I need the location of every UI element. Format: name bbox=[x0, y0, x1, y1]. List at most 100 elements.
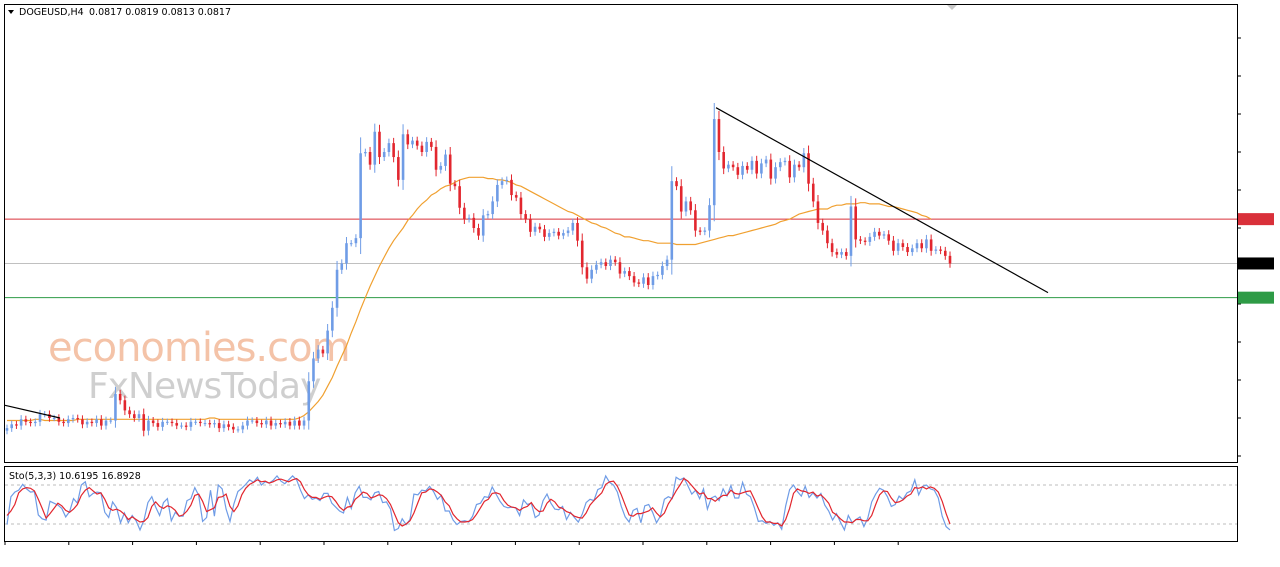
candle-body bbox=[745, 165, 749, 170]
candle-body bbox=[166, 421, 169, 423]
candle-body bbox=[505, 179, 509, 182]
candle-body bbox=[694, 210, 697, 231]
candle-body bbox=[533, 226, 537, 232]
candle-body bbox=[326, 330, 329, 354]
watermark-economies: economies.com bbox=[48, 325, 350, 371]
candle-body bbox=[788, 160, 791, 178]
candle-body bbox=[269, 420, 273, 426]
candle-body bbox=[830, 243, 834, 253]
candle-body bbox=[741, 165, 744, 175]
candle-body bbox=[632, 276, 636, 283]
candle-body bbox=[312, 358, 315, 382]
candle-body bbox=[778, 162, 782, 168]
candle-body bbox=[802, 153, 806, 168]
candle-body bbox=[194, 421, 197, 423]
candle-body bbox=[302, 420, 306, 426]
candle-body bbox=[189, 421, 193, 427]
candle-body bbox=[717, 119, 721, 152]
candle-body bbox=[453, 183, 457, 187]
candle-body bbox=[208, 423, 212, 425]
candle-body bbox=[670, 181, 674, 260]
candle-body bbox=[637, 282, 641, 284]
candle-body bbox=[331, 307, 334, 331]
candle-body bbox=[557, 231, 560, 236]
candle-body bbox=[430, 141, 433, 147]
symbol-label: DOGEUSD,H4 bbox=[19, 7, 84, 18]
ohlc-values: 0.0817 0.0819 0.0813 0.0817 bbox=[89, 7, 231, 18]
candle-body bbox=[406, 134, 410, 145]
candle-body bbox=[661, 266, 664, 275]
candle-body bbox=[378, 131, 381, 158]
candle-body bbox=[854, 206, 857, 240]
candle-body bbox=[10, 424, 14, 429]
candle-body bbox=[420, 145, 424, 152]
candle-body bbox=[585, 267, 589, 279]
candle-body bbox=[467, 217, 471, 220]
candle-body bbox=[731, 164, 735, 168]
candle-body bbox=[595, 264, 598, 270]
candle-body bbox=[491, 201, 494, 215]
candle-body bbox=[651, 276, 655, 285]
candle-body bbox=[425, 141, 428, 152]
candle-body bbox=[712, 119, 716, 206]
candle-body bbox=[29, 421, 32, 424]
candle-body bbox=[24, 419, 28, 422]
candle-body bbox=[392, 143, 395, 158]
candle-body bbox=[382, 152, 386, 158]
candle-body bbox=[901, 243, 905, 247]
candle-body bbox=[76, 418, 80, 420]
candle-body bbox=[448, 154, 452, 184]
candle-body bbox=[354, 238, 358, 244]
candle-body bbox=[477, 228, 480, 236]
candle-body bbox=[387, 143, 391, 152]
candle-body bbox=[255, 420, 259, 424]
candle-body bbox=[576, 222, 579, 241]
candle-body bbox=[519, 197, 523, 215]
candle-body bbox=[948, 255, 952, 264]
candle-body bbox=[434, 146, 438, 170]
candle-body bbox=[316, 349, 320, 359]
candle-body bbox=[849, 206, 853, 256]
candle-body bbox=[5, 428, 9, 431]
candle-body bbox=[175, 423, 179, 426]
chart-root: economies.com FxNewsToday DOGEUSD,H4 0.0… bbox=[0, 0, 1280, 567]
candle-body bbox=[123, 400, 127, 411]
candle-body bbox=[689, 201, 692, 211]
candle-body bbox=[260, 423, 263, 425]
candle-body bbox=[826, 230, 829, 244]
candle-body bbox=[137, 414, 141, 418]
candle-body bbox=[85, 421, 89, 425]
level-price-box bbox=[1238, 257, 1274, 270]
candle-body bbox=[463, 207, 466, 220]
candle-body bbox=[81, 419, 84, 425]
candle-body bbox=[364, 152, 367, 154]
candle-body bbox=[514, 195, 518, 198]
candle-body bbox=[793, 164, 796, 178]
candle-body bbox=[232, 426, 235, 430]
candle-body bbox=[797, 164, 801, 168]
candle-body bbox=[161, 421, 164, 427]
candle-body bbox=[760, 163, 763, 174]
candle-body bbox=[321, 349, 325, 354]
candle-body bbox=[265, 420, 268, 425]
candle-body bbox=[199, 421, 202, 424]
candle-body bbox=[500, 181, 504, 185]
candle-body bbox=[656, 274, 659, 277]
candle-body bbox=[877, 231, 881, 236]
candle-body bbox=[609, 259, 612, 266]
candle-body bbox=[481, 215, 485, 236]
candle-body bbox=[835, 252, 839, 255]
candle-body bbox=[613, 259, 617, 263]
candle-body bbox=[100, 419, 103, 426]
level-price-box bbox=[1238, 291, 1274, 304]
candle-body bbox=[52, 418, 56, 419]
candle-body bbox=[750, 160, 754, 170]
candle-body bbox=[774, 167, 777, 179]
candle-body bbox=[580, 240, 584, 268]
candle-body bbox=[623, 271, 626, 274]
candle-body bbox=[510, 179, 513, 196]
candle-body bbox=[868, 236, 872, 242]
candle-body bbox=[552, 231, 556, 234]
candle-body bbox=[345, 243, 348, 264]
candle-body bbox=[628, 271, 631, 277]
